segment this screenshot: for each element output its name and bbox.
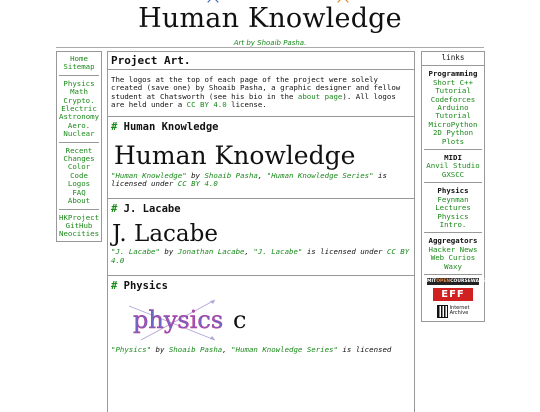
series-link[interactable]: "Human Knowledge Series"	[267, 171, 374, 180]
left-nav-group-topics: Physics Math Crypto. Electric Astronomy …	[59, 79, 99, 143]
right-nav: links Programming Short C++ Tutorial Cod…	[421, 51, 486, 322]
logo-text-part: n Knowl	[221, 3, 335, 34]
left-nav-group-main: Home Sitemap	[59, 54, 99, 76]
work-link[interactable]: "Physics"	[111, 345, 151, 354]
internet-archive-badge[interactable]: Internet Archive	[431, 304, 475, 319]
links-group-midi: MIDI Anvil Studio GXSCC	[424, 150, 482, 184]
human-knowledge-logo-image: Human Knowledge	[114, 140, 356, 170]
eff-badge[interactable]: EFF	[433, 287, 473, 301]
nav-nuclear[interactable]: Nuclear	[59, 129, 99, 138]
section-j-lacabe: # J. Lacabe J. Lacabe "J. Lacabe" by Jon…	[108, 198, 414, 275]
license-link[interactable]: CC BY 4.0	[187, 100, 227, 109]
main-content: Project Art. The logos at the top of eac…	[107, 51, 415, 412]
mit-opencourseware-badge[interactable]: MITOPENCOURSEWARE	[427, 277, 486, 285]
links-group-aggregators: Aggregators Hacker News Web Curios Waxy	[424, 233, 482, 275]
license-link[interactable]: CC BY 4.0	[178, 179, 218, 188]
links-group-programming: Programming Short C++ Tutorial Codeforce…	[424, 66, 482, 151]
series-link[interactable]: "J. Lacabe"	[253, 247, 302, 256]
author-link[interactable]: Shoaib Pasha	[169, 345, 222, 354]
physics-logo-graphic: physics c	[128, 299, 246, 341]
left-nav-group-external: HKProject GitHub Neocities	[59, 213, 99, 239]
left-nav: Home Sitemap Physics Math Crypto. Electr…	[56, 51, 102, 242]
logo-hat-e: e	[334, 3, 351, 34]
section-heading: # Human Knowledge	[111, 120, 219, 133]
section-heading: # J. Lacabe	[111, 203, 181, 216]
svg-text:c: c	[233, 306, 246, 334]
author-link[interactable]: Jonathan Lacabe	[178, 247, 245, 256]
page-title: Project Art.	[108, 52, 414, 70]
byline[interactable]: Art by Shoaib Pasha.	[0, 39, 540, 47]
link-gxscc[interactable]: GXSCC	[424, 170, 482, 179]
link-waxy[interactable]: Waxy	[424, 262, 482, 271]
attribution: "Physics" by Shoaib Pasha, "Human Knowle…	[111, 345, 392, 355]
attribution: "Human Knowledge" by Shoaib Pasha, "Huma…	[111, 170, 387, 189]
badges: MITOPENCOURSEWARE EFF Internet Archive	[422, 275, 486, 319]
archive-building-icon	[436, 304, 448, 318]
internet-archive-label: Internet Archive	[449, 305, 470, 317]
links-group-physics: Physics Feynman Lectures Physics Intro.	[424, 183, 482, 234]
physics-logo-image: physics c	[111, 296, 411, 346]
site-logo[interactable]: Human Knowledge	[0, 3, 540, 34]
section-heading: # Physics	[111, 280, 168, 293]
intro-paragraph: The logos at the top of each page of the…	[111, 75, 401, 110]
logo-hat-a: a	[205, 3, 222, 34]
attribution: "J. Lacabe" by Jonathan Lacabe, "J. Laca…	[111, 247, 410, 265]
logo-text-part: dge	[350, 3, 402, 34]
about-page-link[interactable]: about page	[298, 92, 343, 101]
header-divider	[56, 47, 484, 48]
nav-sitemap[interactable]: Sitemap	[59, 62, 99, 71]
left-nav-group-site: Recent Changes Color Code Logos FAQ Abou…	[59, 146, 99, 210]
logo-text-part: Hum	[138, 3, 206, 34]
section-human-knowledge: # Human Knowledge Human Knowledge "Human…	[108, 115, 414, 199]
nav-about[interactable]: About	[59, 196, 99, 205]
section-physics: # Physics physics c "Physics" by Shoaib …	[108, 275, 414, 364]
nav-neocities[interactable]: Neocities	[59, 229, 99, 238]
link-intro[interactable]: Intro.	[424, 220, 482, 229]
svg-text:physics: physics	[133, 306, 223, 334]
links-header: links	[422, 52, 484, 67]
link-plots[interactable]: Plots	[424, 137, 482, 146]
j-lacabe-logo-image: J. Lacabe	[112, 221, 218, 248]
series-link[interactable]: "Human Knowledge Series"	[231, 345, 338, 354]
